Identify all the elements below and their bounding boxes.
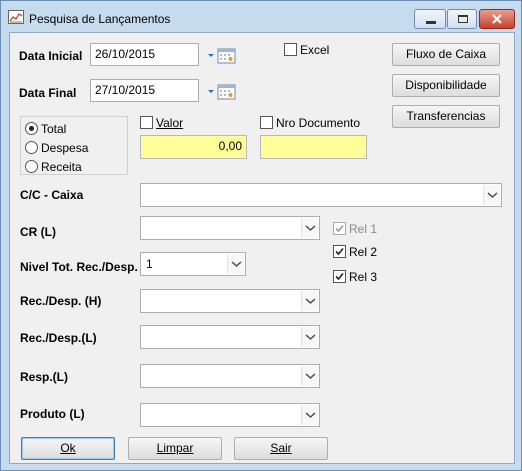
nro-documento-label: Nro Documento — [276, 116, 361, 130]
total-radio[interactable] — [25, 122, 38, 135]
recdesp-h-select[interactable] — [140, 289, 320, 313]
maximize-icon — [458, 15, 468, 23]
data-final-calendar-button[interactable] — [206, 82, 240, 102]
checkmark-icon — [335, 272, 344, 281]
app-icon — [8, 10, 24, 24]
cr-select[interactable] — [140, 216, 320, 240]
chevron-down-icon — [301, 366, 318, 386]
resp-label: Resp.(L) — [20, 370, 68, 384]
nro-documento-checkbox[interactable] — [260, 116, 273, 129]
chevron-down-icon — [301, 218, 318, 238]
fluxo-de-caixa-button[interactable]: Fluxo de Caixa — [392, 43, 500, 66]
valor-checkbox[interactable] — [140, 116, 153, 129]
total-radio-label: Total — [41, 122, 67, 136]
ok-button-label: Ok — [60, 441, 76, 455]
recdesp-l-label: Rec./Desp.(L) — [20, 331, 97, 345]
receita-radio[interactable] — [25, 160, 38, 173]
checkmark-icon — [335, 224, 344, 233]
disponibilidade-button[interactable]: Disponibilidade — [392, 74, 500, 97]
transferencias-button[interactable]: Transferencias — [392, 105, 500, 128]
calendar-icon — [208, 48, 236, 64]
produto-select[interactable] — [140, 403, 320, 427]
nivel-label: Nivel Tot. Rec./Desp. — [20, 260, 138, 274]
despesa-radio-label: Despesa — [41, 141, 89, 155]
ok-button[interactable]: Ok — [21, 437, 115, 460]
calendar-icon — [208, 84, 236, 100]
chevron-down-icon — [227, 254, 244, 274]
checkmark-icon — [335, 247, 344, 256]
rel3-label: Rel 3 — [349, 270, 378, 284]
produto-label: Produto (L) — [20, 407, 85, 421]
sair-button[interactable]: Sair — [234, 437, 328, 460]
chevron-down-icon — [483, 185, 500, 205]
rel2-label: Rel 2 — [349, 245, 378, 259]
rel1-checkbox[interactable] — [333, 222, 346, 235]
minimize-icon — [426, 21, 436, 24]
data-final-input[interactable]: 27/10/2015 — [90, 79, 199, 102]
close-icon — [492, 14, 502, 24]
cr-label: CR (L) — [20, 225, 56, 239]
excel-checkbox[interactable] — [284, 43, 297, 56]
recdesp-l-select[interactable] — [140, 325, 320, 349]
sair-button-label: Sair — [270, 441, 292, 455]
valor-label: Valor — [156, 116, 183, 130]
dialog-window: Pesquisa de Lançamentos Data Inicial 26/… — [0, 0, 522, 471]
data-inicial-calendar-button[interactable] — [206, 46, 240, 66]
receita-radio-label: Receita — [41, 160, 82, 174]
cc-caixa-select[interactable] — [140, 183, 502, 207]
recdesp-h-label: Rec./Desp. (H) — [20, 294, 102, 308]
client-area: Data Inicial 26/10/2015 Data Final 27/10… — [9, 32, 515, 464]
rel3-checkbox[interactable] — [333, 270, 346, 283]
nivel-select-value: 1 — [146, 257, 153, 271]
valor-input[interactable]: 0,00 — [140, 135, 247, 159]
valor-label-text: Valor — [156, 116, 184, 130]
excel-label: Excel — [300, 43, 330, 57]
minimize-button[interactable] — [414, 9, 446, 29]
data-final-label: Data Final — [19, 86, 77, 100]
radio-selected-dot — [29, 126, 34, 131]
data-inicial-input[interactable]: 26/10/2015 — [90, 43, 199, 66]
chevron-down-icon — [301, 291, 318, 311]
close-button[interactable] — [479, 9, 515, 29]
nivel-select[interactable]: 1 — [140, 252, 246, 276]
window-title: Pesquisa de Lançamentos — [29, 12, 171, 26]
title-bar: Pesquisa de Lançamentos — [1, 1, 521, 31]
rel1-label: Rel 1 — [349, 222, 378, 236]
nro-documento-input[interactable] — [260, 135, 367, 159]
chevron-down-icon — [301, 405, 318, 425]
rel2-checkbox[interactable] — [333, 245, 346, 258]
despesa-radio[interactable] — [25, 141, 38, 154]
data-inicial-label: Data Inicial — [19, 49, 83, 63]
maximize-button[interactable] — [447, 9, 477, 29]
limpar-button[interactable]: Limpar — [128, 437, 222, 460]
limpar-button-label: Limpar — [156, 441, 194, 455]
chevron-down-icon — [301, 327, 318, 347]
resp-select[interactable] — [140, 364, 320, 388]
cc-caixa-label: C/C - Caixa — [20, 188, 84, 202]
